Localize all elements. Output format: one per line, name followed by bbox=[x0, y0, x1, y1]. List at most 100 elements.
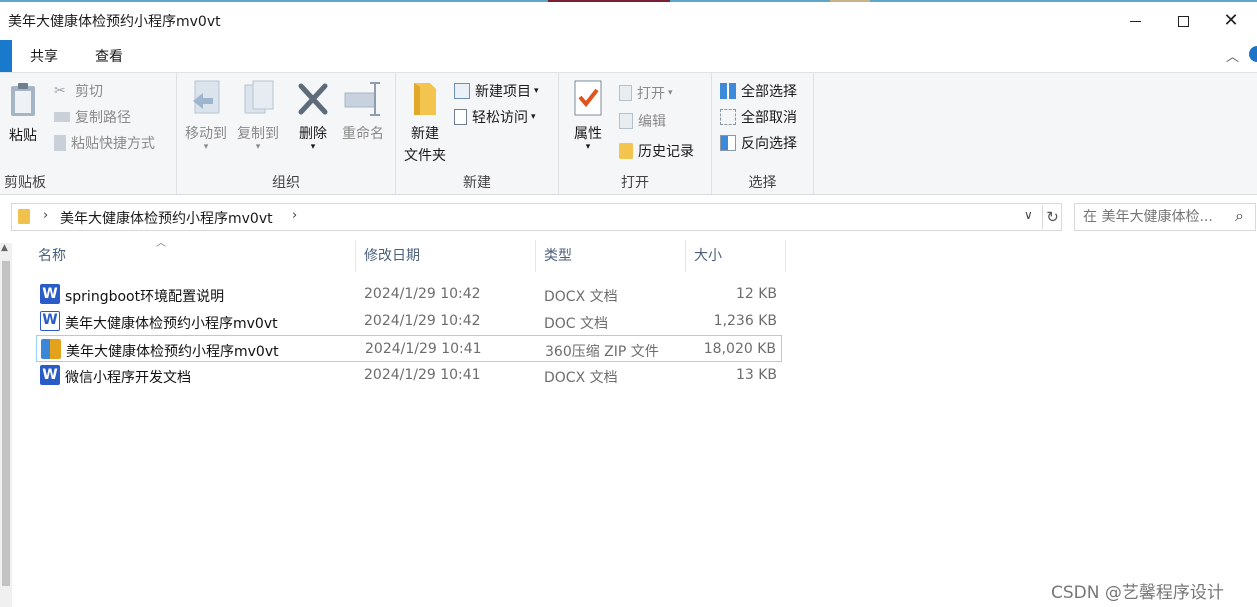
history-icon bbox=[619, 143, 633, 159]
open-label: 打开 bbox=[637, 86, 665, 102]
word-docx-icon: W bbox=[40, 365, 60, 385]
easy-access-button[interactable]: 轻松访问 ▾ bbox=[454, 107, 536, 127]
edit-label: 编辑 bbox=[638, 114, 666, 130]
easy-access-icon bbox=[454, 109, 467, 125]
new-item-icon bbox=[454, 83, 470, 99]
help-icon[interactable] bbox=[1249, 46, 1257, 62]
paste-button[interactable]: 粘贴 bbox=[6, 81, 40, 145]
cut-button[interactable]: ✂ 剪切 bbox=[54, 81, 103, 101]
file-type: DOCX 文档 bbox=[544, 370, 618, 386]
file-row[interactable]: 美年大健康体检预约小程序mv0vt 2024/1/29 10:41 360压缩 … bbox=[36, 335, 782, 362]
properties-button[interactable]: 属性 ▾ bbox=[567, 79, 609, 152]
tab-file[interactable] bbox=[0, 40, 12, 72]
move-to-button[interactable]: 移动到 ▾ bbox=[181, 79, 231, 152]
file-row[interactable]: W springboot环境配置说明 2024/1/29 10:42 DOCX … bbox=[36, 281, 782, 308]
address-history-dropdown-icon[interactable]: ∨ bbox=[1024, 208, 1033, 222]
file-name: 美年大健康体检预约小程序mv0vt bbox=[66, 344, 279, 360]
breadcrumb-current[interactable]: 美年大健康体检预约小程序mv0vt bbox=[60, 208, 273, 228]
file-row[interactable]: W 微信小程序开发文档 2024/1/29 10:41 DOCX 文档 13 K… bbox=[36, 362, 782, 389]
new-folder-button[interactable]: 新建 文件夹 bbox=[400, 79, 450, 165]
scrollbar-thumb[interactable] bbox=[2, 261, 10, 586]
file-type: DOCX 文档 bbox=[544, 289, 618, 305]
refresh-icon[interactable]: ↻ bbox=[1042, 205, 1062, 229]
word-doc-icon: W bbox=[40, 311, 60, 331]
easy-access-label: 轻松访问 bbox=[472, 110, 528, 126]
minimize-icon bbox=[1129, 20, 1141, 22]
breadcrumb-chevron-icon[interactable]: › bbox=[43, 208, 48, 223]
file-size: 12 KB bbox=[735, 286, 777, 302]
history-label: 历史记录 bbox=[638, 144, 694, 160]
close-button[interactable]: ✕ bbox=[1208, 2, 1254, 40]
paste-shortcut-button[interactable]: 粘贴快捷方式 bbox=[54, 133, 155, 153]
maximize-icon bbox=[1177, 15, 1189, 27]
rename-button[interactable]: 重命名 bbox=[337, 79, 389, 143]
column-header-size[interactable]: 大小 bbox=[686, 240, 786, 272]
file-row[interactable]: W 美年大健康体检预约小程序mv0vt 2024/1/29 10:42 DOC … bbox=[36, 308, 782, 335]
open-group: 属性 ▾ 打开 ▾ 编辑 历史记录 打开 bbox=[559, 73, 712, 195]
file-name: 微信小程序开发文档 bbox=[65, 370, 191, 386]
copy-path-button[interactable]: 复制路径 bbox=[54, 107, 131, 127]
new-item-dropdown-icon: ▾ bbox=[534, 86, 539, 96]
move-to-icon bbox=[193, 80, 220, 114]
delete-button[interactable]: 删除 ▾ bbox=[293, 79, 333, 152]
new-item-button[interactable]: 新建项目 ▾ bbox=[454, 81, 539, 101]
scissors-icon: ✂ bbox=[54, 83, 66, 99]
copy-to-label: 复制到 bbox=[237, 126, 279, 142]
column-header-name[interactable]: 名称 bbox=[30, 240, 356, 272]
minimize-button[interactable] bbox=[1112, 2, 1158, 40]
open-button[interactable]: 打开 ▾ bbox=[619, 83, 673, 103]
clipboard-group: 粘贴 ✂ 剪切 复制路径 粘贴快捷方式 剪贴板 bbox=[0, 73, 177, 195]
clipboard-icon bbox=[11, 83, 35, 116]
tab-share[interactable]: 共享 bbox=[30, 46, 58, 66]
copy-to-icon bbox=[244, 80, 274, 114]
file-type: DOC 文档 bbox=[544, 316, 609, 332]
copy-to-button[interactable]: 复制到 ▾ bbox=[233, 79, 283, 152]
title-bar: 美年大健康体检预约小程序mv0vt ✕ bbox=[0, 2, 1257, 40]
history-button[interactable]: 历史记录 bbox=[619, 141, 694, 161]
delete-x-icon bbox=[298, 83, 328, 115]
edit-button[interactable]: 编辑 bbox=[619, 111, 666, 131]
open-icon bbox=[619, 85, 632, 101]
properties-icon bbox=[574, 80, 602, 116]
navigation-pane-scrollbar[interactable]: ▲ bbox=[0, 243, 12, 607]
organize-group: 移动到 ▾ 复制到 ▾ 删除 ▾ 重命名 组织 bbox=[177, 73, 396, 195]
new-folder-icon bbox=[414, 83, 436, 115]
column-header-type[interactable]: 类型 bbox=[536, 240, 686, 272]
file-type: 360压缩 ZIP 文件 bbox=[545, 344, 659, 360]
file-date: 2024/1/29 10:41 bbox=[365, 341, 482, 357]
search-icon[interactable]: ⌕ bbox=[1235, 206, 1244, 226]
paste-shortcut-icon bbox=[54, 135, 66, 151]
invert-selection-button[interactable]: 反向选择 bbox=[720, 133, 797, 153]
collapse-ribbon-icon[interactable]: ︿ bbox=[1226, 46, 1239, 65]
file-date: 2024/1/29 10:42 bbox=[364, 286, 481, 302]
select-none-label: 全部取消 bbox=[741, 110, 797, 126]
address-bar[interactable]: › 美年大健康体检预约小程序mv0vt › ∨ ↻ bbox=[11, 203, 1062, 231]
ribbon-tabs: 共享 查看 ︿ bbox=[0, 40, 1257, 72]
select-none-icon bbox=[720, 109, 736, 125]
search-box[interactable]: ⌕ bbox=[1074, 203, 1256, 231]
breadcrumb-chevron-icon[interactable]: › bbox=[292, 208, 297, 223]
zip-archive-icon bbox=[41, 339, 61, 359]
maximize-button[interactable] bbox=[1160, 2, 1206, 40]
tab-view[interactable]: 查看 bbox=[95, 46, 123, 66]
open-dropdown-icon: ▾ bbox=[668, 88, 673, 98]
select-all-icon bbox=[720, 83, 736, 99]
rename-icon bbox=[344, 82, 380, 116]
new-item-label: 新建项目 bbox=[475, 84, 531, 100]
file-date: 2024/1/29 10:41 bbox=[364, 367, 481, 383]
delete-label: 删除 bbox=[299, 126, 327, 142]
word-docx-icon: W bbox=[40, 284, 60, 304]
invert-selection-icon bbox=[720, 135, 736, 151]
new-folder-label-1: 新建 bbox=[411, 126, 439, 142]
file-size: 13 KB bbox=[735, 367, 777, 383]
file-size: 1,236 KB bbox=[713, 313, 777, 329]
paste-label: 粘贴 bbox=[9, 128, 37, 144]
ribbon: 粘贴 ✂ 剪切 复制路径 粘贴快捷方式 剪贴板 移动到 ▾ 复制到 ▾ 删除 ▾… bbox=[0, 72, 1257, 195]
column-header-date[interactable]: 修改日期 bbox=[356, 240, 536, 272]
scroll-up-arrow-icon[interactable]: ▲ bbox=[1, 243, 8, 253]
new-group-label: 新建 bbox=[463, 175, 491, 191]
search-input[interactable] bbox=[1083, 209, 1233, 225]
select-all-button[interactable]: 全部选择 bbox=[720, 81, 797, 101]
select-group: 全部选择 全部取消 反向选择 选择 bbox=[712, 73, 814, 195]
select-none-button[interactable]: 全部取消 bbox=[720, 107, 797, 127]
